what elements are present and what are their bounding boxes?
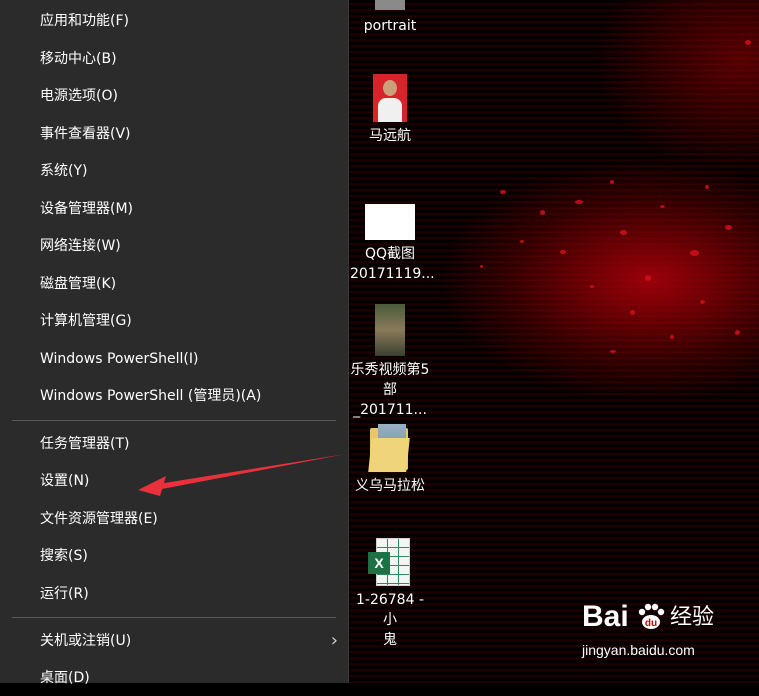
paw-icon: du xyxy=(636,602,666,632)
annotation-arrow-icon xyxy=(138,454,346,496)
watermark-brand-suffix: 经验 xyxy=(670,605,715,630)
watermark-brand: Bai xyxy=(582,600,629,633)
svg-text:du: du xyxy=(645,618,657,629)
baidu-jingyan-watermark: Bai du 经验 jingyan.baidu.com xyxy=(582,600,742,658)
watermark-url: jingyan.baidu.com xyxy=(582,642,695,658)
